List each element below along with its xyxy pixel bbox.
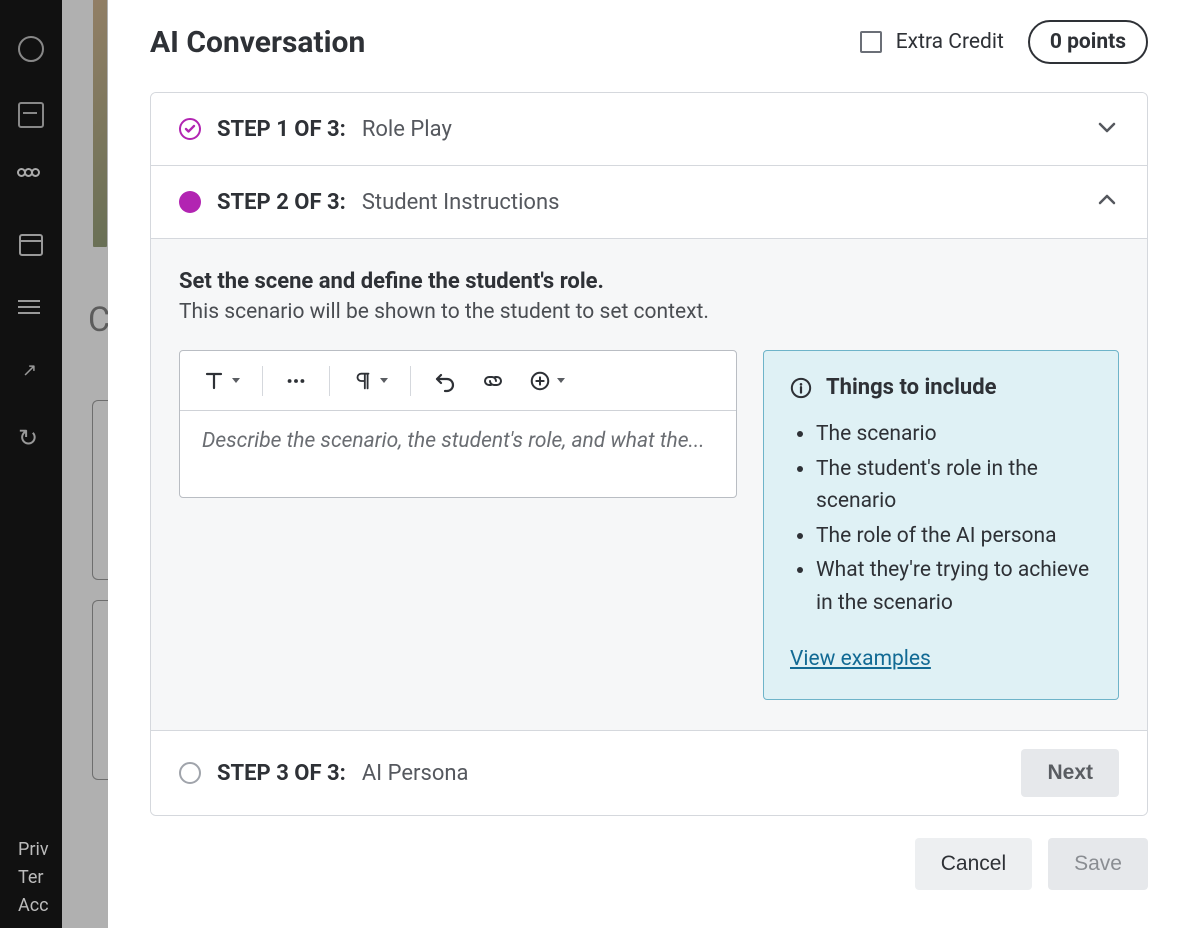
app-backdrop: C Priv Ter Acc AI Conversation Extra Cre…: [0, 0, 1190, 928]
nav-people-icon[interactable]: [18, 168, 44, 194]
modal-header: AI Conversation Extra Credit 0 points: [150, 20, 1148, 64]
step-2-label: STEP 2 OF 3:: [217, 190, 346, 215]
step-3-label: STEP 3 OF 3:: [217, 761, 346, 786]
undo-icon: [433, 369, 457, 393]
save-button[interactable]: Save: [1048, 838, 1148, 890]
tip-item: What they're trying to achieve in the sc…: [816, 554, 1092, 619]
dropdown-caret-icon: [557, 378, 565, 383]
extra-credit-checkbox[interactable]: Extra Credit: [860, 30, 1004, 54]
points-pill[interactable]: 0 points: [1028, 20, 1148, 64]
nav-globe-icon[interactable]: [18, 36, 44, 62]
chevron-up-icon: [1095, 188, 1119, 216]
paragraph-format-button[interactable]: [344, 364, 396, 398]
dropdown-caret-icon: [380, 378, 388, 383]
tip-item: The student's role in the scenario: [816, 453, 1092, 518]
text-icon: [202, 369, 226, 393]
dropdown-caret-icon: [232, 378, 240, 383]
editor-textarea[interactable]: Describe the scenario, the student's rol…: [180, 411, 736, 497]
step-complete-icon: [179, 118, 201, 140]
step-2-body: Set the scene and define the student's r…: [151, 238, 1147, 730]
checkbox-icon: [860, 31, 882, 53]
view-examples-link[interactable]: View examples: [790, 647, 931, 671]
step-1-label: STEP 1 OF 3:: [217, 117, 346, 142]
ai-conversation-modal: AI Conversation Extra Credit 0 points ST…: [108, 0, 1190, 928]
tip-item: The scenario: [816, 418, 1092, 451]
tips-panel: Things to include The scenario The stude…: [763, 350, 1119, 700]
next-button[interactable]: Next: [1021, 749, 1119, 797]
step-1-title: Role Play: [362, 117, 452, 142]
tip-item: The role of the AI persona: [816, 520, 1092, 553]
scene-subheading: This scenario will be shown to the stude…: [179, 300, 1119, 324]
step-3-header[interactable]: STEP 3 OF 3: AI Persona Next: [151, 730, 1147, 815]
text-style-button[interactable]: [194, 363, 248, 399]
nav-refresh-icon[interactable]: [18, 424, 44, 450]
info-icon: [790, 377, 812, 399]
insert-button[interactable]: [521, 364, 573, 398]
tips-title: Things to include: [826, 375, 997, 400]
editor-placeholder: Describe the scenario, the student's rol…: [202, 429, 714, 453]
pilcrow-icon: [352, 370, 374, 392]
step-3-title: AI Persona: [362, 761, 469, 786]
more-options-button[interactable]: [277, 364, 315, 398]
step-2-header[interactable]: STEP 2 OF 3: Student Instructions: [151, 165, 1147, 238]
step-pending-icon: [179, 762, 201, 784]
rich-text-editor: Describe the scenario, the student's rol…: [179, 350, 737, 498]
modal-footer: Cancel Save: [150, 838, 1148, 890]
extra-credit-label: Extra Credit: [896, 30, 1004, 54]
undo-button[interactable]: [425, 363, 465, 399]
scene-heading: Set the scene and define the student's r…: [179, 269, 1119, 294]
editor-toolbar: [180, 351, 736, 411]
nav-dashboard-icon[interactable]: [18, 102, 44, 128]
ellipsis-icon: [285, 370, 307, 392]
cancel-button[interactable]: Cancel: [915, 838, 1032, 890]
plus-circle-icon: [529, 370, 551, 392]
nav-documents-icon[interactable]: [18, 296, 44, 322]
step-1-header[interactable]: STEP 1 OF 3: Role Play: [151, 93, 1147, 165]
modal-title: AI Conversation: [150, 25, 365, 60]
nav-share-icon[interactable]: [20, 362, 42, 384]
left-nav: [0, 0, 62, 928]
nav-calendar-icon[interactable]: [19, 234, 43, 256]
link-button[interactable]: [473, 363, 513, 399]
chevron-down-icon: [1095, 115, 1119, 143]
link-icon: [481, 369, 505, 393]
steps-card: STEP 1 OF 3: Role Play STEP 2 OF 3: Stud…: [150, 92, 1148, 816]
step-2-title: Student Instructions: [362, 190, 560, 215]
step-active-icon: [179, 191, 201, 213]
bg-footer-links: Priv Ter Acc: [18, 836, 49, 920]
